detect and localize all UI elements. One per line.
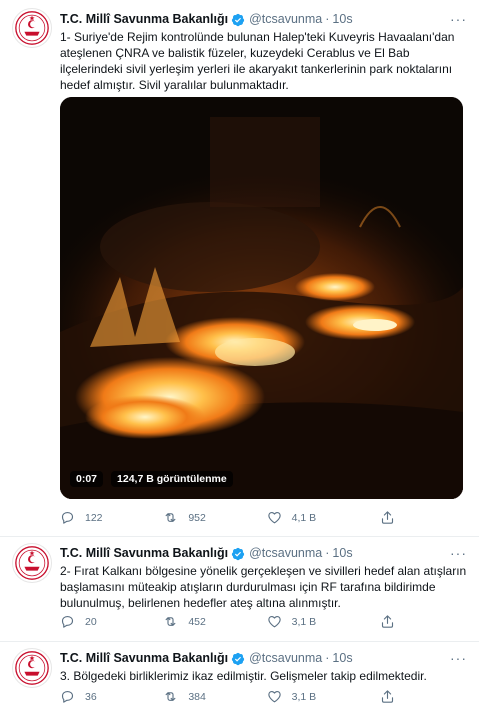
reply-button[interactable]: 20 xyxy=(60,614,163,629)
more-icon[interactable]: ··· xyxy=(450,11,467,28)
video-player[interactable]: 0:07 124,7 B görüntülenme xyxy=(60,97,463,499)
reply-icon xyxy=(60,510,75,525)
like-button[interactable]: 3,1 B xyxy=(267,689,370,704)
tweet-time[interactable]: 10s xyxy=(332,545,352,562)
tweet-text: 3. Bölgedeki birliklerimiz ikaz edilmişt… xyxy=(60,669,427,683)
video-frame xyxy=(60,97,463,499)
video-duration: 0:07 xyxy=(70,471,104,487)
retweet-button[interactable]: 452 xyxy=(163,614,266,629)
tweet-time[interactable]: 10s xyxy=(332,11,352,28)
like-icon xyxy=(267,510,282,525)
retweet-button[interactable]: 952 xyxy=(163,510,266,525)
reply-count: 122 xyxy=(85,511,103,524)
tweet-header: T.C. Millî Savunma Bakanlığı @tcsavunma … xyxy=(60,545,467,562)
author-name[interactable]: T.C. Millî Savunma Bakanlığı xyxy=(60,11,228,28)
avatar[interactable] xyxy=(12,543,52,583)
ministry-logo-icon xyxy=(13,544,51,582)
share-button[interactable] xyxy=(380,614,395,632)
tweet-actions: 20 452 3,1 B xyxy=(60,614,370,629)
tweet-3[interactable]: T.C. Millî Savunma Bakanlığı @tcsavunma … xyxy=(0,642,479,712)
share-icon xyxy=(380,510,395,525)
author-handle[interactable]: @tcsavunma xyxy=(249,11,322,28)
retweet-icon xyxy=(163,614,178,629)
retweet-icon xyxy=(163,689,178,704)
reply-icon xyxy=(60,614,75,629)
video-meta: 0:07 124,7 B görüntülenme xyxy=(70,471,233,487)
like-button[interactable]: 4,1 B xyxy=(267,510,370,525)
tweet-2[interactable]: T.C. Millî Savunma Bakanlığı @tcsavunma … xyxy=(0,537,479,642)
verified-badge-icon xyxy=(231,652,245,666)
ministry-logo-icon xyxy=(13,9,51,47)
share-button[interactable] xyxy=(380,689,395,707)
like-count: 3,1 B xyxy=(291,690,317,703)
like-icon xyxy=(267,614,282,629)
tweet-header: T.C. Millî Savunma Bakanlığı @tcsavunma … xyxy=(60,650,467,667)
tweet-actions: 36 384 3,1 B xyxy=(60,689,370,704)
separator: · xyxy=(325,651,330,665)
author-name[interactable]: T.C. Millî Savunma Bakanlığı xyxy=(60,545,228,562)
like-count: 3,1 B xyxy=(291,615,317,628)
retweet-count: 384 xyxy=(188,690,206,703)
like-count: 4,1 B xyxy=(291,511,317,524)
author-name[interactable]: T.C. Millî Savunma Bakanlığı xyxy=(60,650,228,667)
author-handle[interactable]: @tcsavunma xyxy=(249,545,322,562)
separator: · xyxy=(325,546,330,560)
avatar[interactable] xyxy=(12,8,52,48)
retweet-count: 952 xyxy=(188,511,206,524)
like-button[interactable]: 3,1 B xyxy=(267,614,370,629)
more-icon[interactable]: ··· xyxy=(450,650,467,667)
tweet-time[interactable]: 10s xyxy=(332,650,352,667)
like-icon xyxy=(267,689,282,704)
tweet-1[interactable]: T.C. Millî Savunma Bakanlığı @tcsavunma … xyxy=(0,0,479,537)
retweet-button[interactable]: 384 xyxy=(163,689,266,704)
reply-count: 20 xyxy=(85,615,97,628)
tweet-actions: 122 952 4,1 B xyxy=(60,510,370,525)
share-button[interactable] xyxy=(380,510,395,528)
author-handle[interactable]: @tcsavunma xyxy=(249,650,322,667)
verified-badge-icon xyxy=(231,547,245,561)
ministry-logo-icon xyxy=(13,649,51,687)
verified-badge-icon xyxy=(231,13,245,27)
more-icon[interactable]: ··· xyxy=(450,545,467,562)
retweet-icon xyxy=(163,510,178,525)
reply-count: 36 xyxy=(85,690,97,703)
avatar[interactable] xyxy=(12,648,52,688)
reply-icon xyxy=(60,689,75,704)
separator: · xyxy=(325,12,330,26)
tweet-text: 2- Fırat Kalkanı bölgesine yönelik gerçe… xyxy=(60,564,467,610)
reply-button[interactable]: 36 xyxy=(60,689,163,704)
share-icon xyxy=(380,689,395,704)
video-views: 124,7 B görüntülenme xyxy=(111,471,233,487)
tweet-text: 1- Suriye'de Rejim kontrolünde bulunan H… xyxy=(60,30,455,92)
retweet-count: 452 xyxy=(188,615,206,628)
share-icon xyxy=(380,614,395,629)
tweet-header: T.C. Millî Savunma Bakanlığı @tcsavunma … xyxy=(60,11,467,28)
reply-button[interactable]: 122 xyxy=(60,510,163,525)
